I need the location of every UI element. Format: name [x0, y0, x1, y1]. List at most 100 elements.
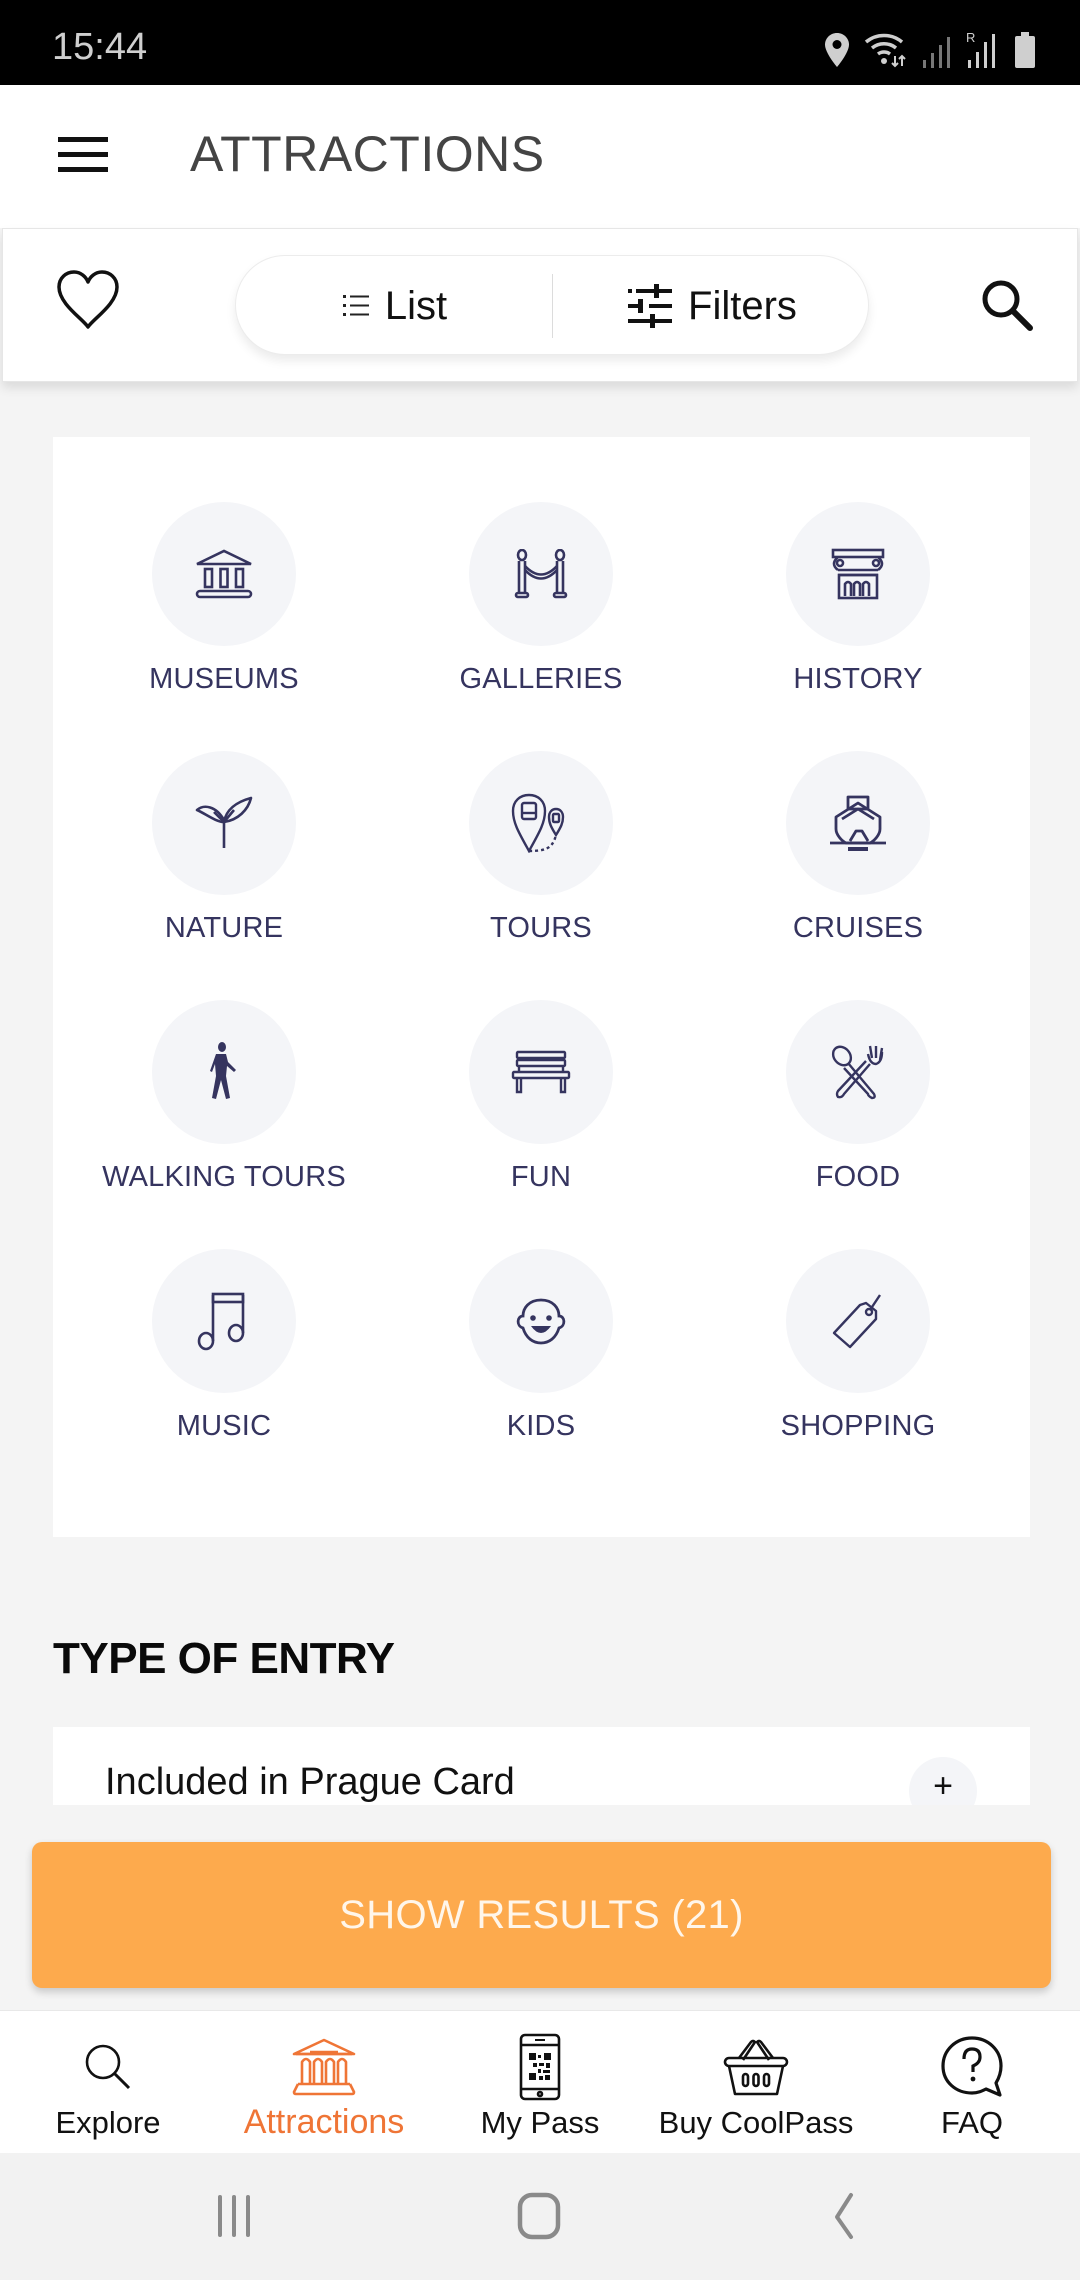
nav-faq[interactable]: FAQ: [864, 2011, 1080, 2154]
filters-label: Filters: [688, 283, 797, 328]
back-button[interactable]: [815, 2191, 875, 2243]
toolbar: List Filters: [2, 228, 1078, 382]
heart-icon: [57, 270, 119, 329]
column-icon: [831, 548, 885, 600]
category-label: TOURS: [490, 912, 592, 944]
category-nature[interactable]: NATURE: [74, 751, 374, 981]
category-walking-tours[interactable]: WALKING TOURS: [74, 1000, 374, 1230]
entry-option-row[interactable]: Included in Prague Card +: [53, 1727, 1030, 1805]
spoon-fork-icon: [831, 1045, 884, 1100]
nav-my-pass[interactable]: My Pass: [432, 2011, 648, 2154]
category-icon-circle: [152, 1249, 296, 1393]
category-food[interactable]: FOOD: [708, 1000, 1008, 1230]
bench-icon: [511, 1050, 571, 1094]
search-icon: [85, 2044, 131, 2090]
category-kids[interactable]: KIDS: [391, 1249, 691, 1479]
home-button[interactable]: [510, 2191, 570, 2243]
category-tours[interactable]: TOURS: [391, 751, 691, 981]
category-label: SHOPPING: [780, 1410, 936, 1442]
list-icon: [342, 295, 369, 316]
add-entry-option-button[interactable]: +: [909, 1757, 977, 1805]
music-note-icon: [197, 1292, 245, 1351]
nav-buy-coolpass[interactable]: Buy CoolPass: [648, 2011, 864, 2154]
ship-icon: [830, 795, 886, 851]
search-button[interactable]: [979, 277, 1035, 333]
show-results-label: SHOW RESULTS (21): [339, 1892, 744, 1937]
question-bubble-icon: [941, 2036, 1003, 2097]
hamburger-menu-icon[interactable]: [58, 135, 108, 175]
category-label: MUSIC: [176, 1410, 272, 1442]
battery-icon: [1015, 32, 1035, 68]
location-icon: [825, 33, 849, 67]
nav-label: FAQ: [940, 2105, 1003, 2140]
category-cruises[interactable]: CRUISES: [708, 751, 1008, 981]
recent-apps-button[interactable]: [206, 2191, 266, 2243]
nav-explore[interactable]: Explore: [0, 2011, 216, 2154]
nav-label: Buy CoolPass: [658, 2105, 854, 2140]
nav-label: Explore: [55, 2105, 161, 2140]
category-fun[interactable]: FUN: [391, 1000, 691, 1230]
baby-face-icon: [516, 1298, 566, 1345]
show-results-button[interactable]: SHOW RESULTS (21): [32, 1842, 1051, 1988]
nav-label: Attractions: [243, 2103, 405, 2141]
svg-text:R: R: [966, 30, 975, 45]
view-toggle: List Filters: [235, 255, 869, 355]
category-museums[interactable]: MUSEUMS: [74, 502, 374, 732]
sliders-icon: [628, 284, 673, 328]
bottom-nav: Explore Attractions My Pass Buy CoolPass…: [0, 2010, 1080, 2153]
category-icon-circle: [469, 1249, 613, 1393]
home-icon: [517, 2192, 561, 2240]
basket-icon: [723, 2039, 789, 2096]
category-galleries[interactable]: GALLERIES: [391, 502, 691, 732]
tour-pins-icon: [511, 793, 565, 853]
phone-qr-icon: [519, 2033, 561, 2101]
price-tag-icon: [832, 1294, 881, 1349]
entry-option-label: Included in Prague Card: [105, 1761, 515, 1803]
status-time: 15:44: [52, 26, 148, 68]
category-icon-circle: [469, 751, 613, 895]
category-icon-circle: [152, 502, 296, 646]
filters-button[interactable]: Filters: [553, 256, 870, 356]
search-icon: [982, 280, 1033, 331]
category-label: KIDS: [506, 1410, 576, 1442]
category-icon-circle: [152, 1000, 296, 1144]
walking-person-icon: [210, 1042, 236, 1099]
category-label: GALLERIES: [459, 663, 623, 695]
category-label: HISTORY: [793, 663, 923, 695]
category-label: FUN: [510, 1161, 572, 1193]
category-icon-circle: [469, 1000, 613, 1144]
category-icon-circle: [469, 502, 613, 646]
nav-attractions[interactable]: Attractions: [216, 2011, 432, 2154]
category-icon-circle: [786, 502, 930, 646]
back-icon: [835, 2193, 853, 2239]
museum-icon: [292, 2038, 356, 2096]
category-label: WALKING TOURS: [102, 1161, 346, 1193]
plus-icon: +: [933, 1767, 953, 1805]
list-view-button[interactable]: List: [236, 256, 552, 356]
category-grid: MUSEUMS GALLERIES HISTORY NATURE TOURS C…: [53, 437, 1030, 1537]
nav-label: My Pass: [480, 2105, 600, 2140]
recent-apps-icon: [218, 2195, 250, 2237]
category-history[interactable]: HISTORY: [708, 502, 1008, 732]
page-title: ATTRACTIONS: [190, 126, 545, 182]
list-label: List: [384, 283, 448, 328]
app-header: ATTRACTIONS: [0, 85, 1080, 228]
category-music[interactable]: MUSIC: [74, 1249, 374, 1479]
category-label: NATURE: [164, 912, 284, 944]
category-icon-circle: [152, 751, 296, 895]
category-icon-circle: [786, 1000, 930, 1144]
category-icon-circle: [786, 1249, 930, 1393]
status-icons: R: [824, 28, 1036, 68]
status-bar: 15:44 R: [0, 0, 1080, 85]
category-icon-circle: [786, 751, 930, 895]
type-of-entry-heading: TYPE OF ENTRY: [53, 1634, 395, 1683]
wifi-icon: [864, 33, 906, 68]
category-shopping[interactable]: SHOPPING: [708, 1249, 1008, 1479]
signal-icon: [923, 37, 950, 68]
favorites-button[interactable]: [55, 269, 121, 331]
roaming-signal-icon: R: [966, 30, 995, 68]
system-nav-bar: [0, 2153, 1080, 2280]
category-label: FOOD: [815, 1161, 901, 1193]
category-label: CRUISES: [792, 912, 924, 944]
sprout-icon: [195, 796, 253, 848]
